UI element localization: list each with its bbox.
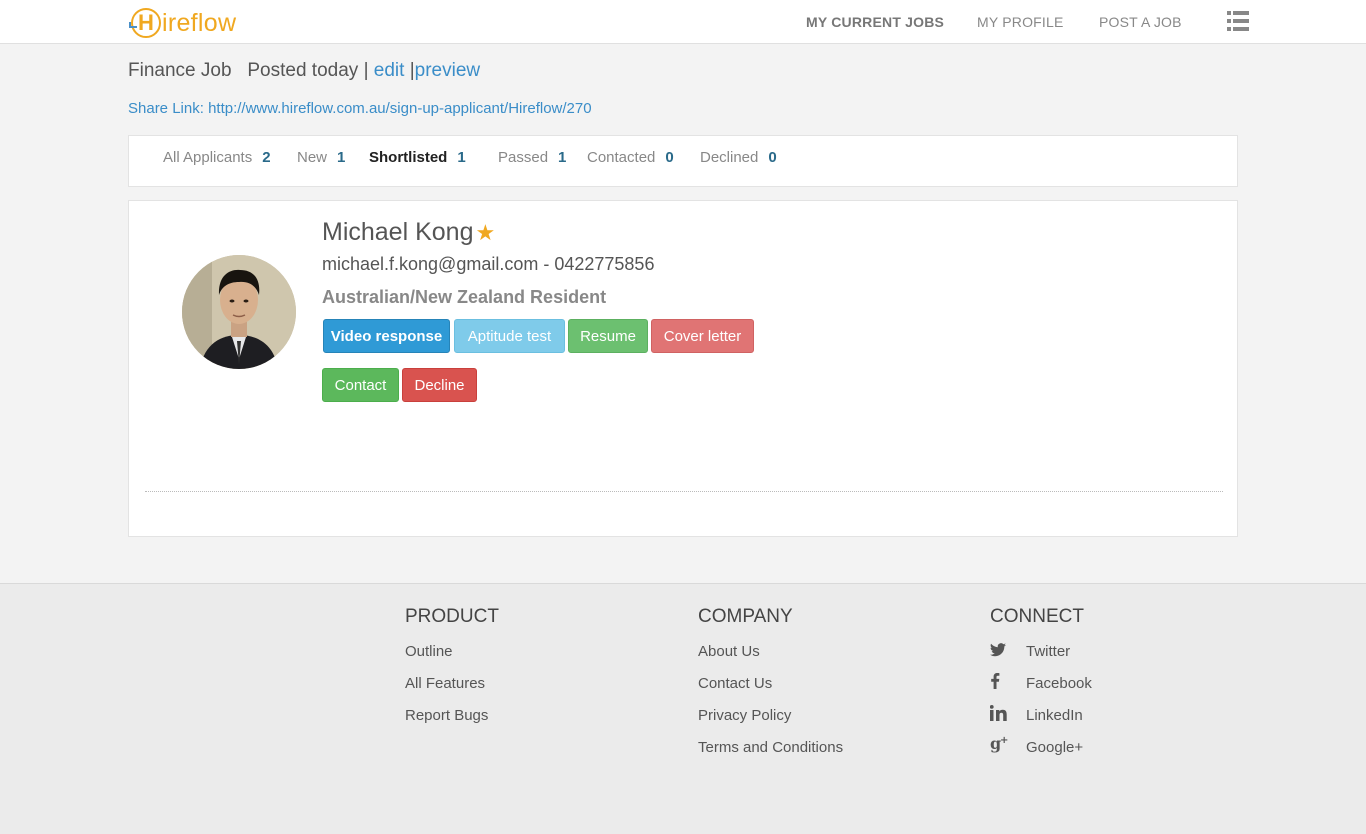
footer-link-contact-us[interactable]: Contact Us xyxy=(698,668,843,700)
filter-label: All Applicants xyxy=(163,149,253,166)
facebook-label: Facebook xyxy=(1026,675,1092,692)
star-icon[interactable]: ★ xyxy=(475,220,495,245)
card-divider xyxy=(145,491,1223,492)
hireflow-logo[interactable]: H ireflow xyxy=(129,7,237,39)
footer-link-report-bugs[interactable]: Report Bugs xyxy=(405,700,499,732)
filter-label: Passed xyxy=(498,149,549,166)
preview-link[interactable]: preview xyxy=(415,60,480,81)
facebook-icon xyxy=(990,668,1026,700)
twitter-label: Twitter xyxy=(1026,643,1071,660)
applicant-name: Michael Kong xyxy=(322,218,474,246)
filter-passed[interactable]: Passed 1 xyxy=(498,149,566,166)
decline-button[interactable]: Decline xyxy=(402,368,477,402)
footer-product-column: PRODUCT Outline All Features Report Bugs xyxy=(405,606,499,732)
filter-declined[interactable]: Declined 0 xyxy=(700,149,777,166)
google-plus-icon: g + xyxy=(990,732,1026,764)
filter-shortlisted[interactable]: Shortlisted 1 xyxy=(369,149,466,166)
aptitude-test-button[interactable]: Aptitude test xyxy=(454,319,565,353)
filter-label: Declined xyxy=(700,149,759,166)
filter-count: 0 xyxy=(768,149,777,166)
footer-link-privacy-policy[interactable]: Privacy Policy xyxy=(698,700,843,732)
nav-my-current-jobs[interactable]: MY CURRENT JOBS xyxy=(806,14,944,30)
share-link-row: Share Link: http://www.hireflow.com.au/s… xyxy=(128,100,592,117)
footer-company-column: COMPANY About Us Contact Us Privacy Poli… xyxy=(698,606,843,764)
filter-count: 0 xyxy=(665,149,674,166)
footer-link-all-features[interactable]: All Features xyxy=(405,668,499,700)
filter-count: 1 xyxy=(457,149,466,166)
contact-button[interactable]: Contact xyxy=(322,368,399,402)
resume-button[interactable]: Resume xyxy=(568,319,648,353)
filter-count: 2 xyxy=(262,149,271,166)
job-title: Finance Job xyxy=(128,60,232,81)
footer-link-about-us[interactable]: About Us xyxy=(698,636,843,668)
filter-contacted[interactable]: Contacted 0 xyxy=(587,149,674,166)
separator: | xyxy=(363,60,369,81)
footer-title-company: COMPANY xyxy=(698,606,793,627)
logo-mark: H xyxy=(129,8,161,38)
filter-label: New xyxy=(297,149,328,166)
applicant-email-phone: michael.f.kong@gmail.com - 0422775856 xyxy=(322,254,655,274)
cover-letter-button[interactable]: Cover letter xyxy=(651,319,754,353)
footer-title-product: PRODUCT xyxy=(405,606,499,627)
linkedin-icon xyxy=(989,700,1026,732)
footer-link-outline[interactable]: Outline xyxy=(405,636,499,668)
footer: PRODUCT Outline All Features Report Bugs… xyxy=(0,583,1366,834)
applicant-filter-bar: All Applicants 2 New 1 Shortlisted 1 Passed… xyxy=(128,135,1238,187)
nav-my-profile[interactable]: MY PROFILE xyxy=(977,14,1064,30)
nav-post-a-job[interactable]: POST A JOB xyxy=(1099,14,1182,30)
filter-new[interactable]: New 1 xyxy=(297,149,345,166)
footer-title-connect: CONNECT xyxy=(990,606,1084,627)
edit-link[interactable]: edit xyxy=(374,60,405,81)
footer-link-facebook[interactable]: Facebook xyxy=(990,668,1092,700)
twitter-icon xyxy=(990,636,1026,668)
video-response-button[interactable]: Video response xyxy=(323,319,450,353)
job-posted: Posted today xyxy=(247,60,359,81)
google-plus-label: Google+ xyxy=(1026,739,1084,756)
avatar xyxy=(182,255,296,369)
list-icon[interactable] xyxy=(1227,11,1249,31)
filter-all-applicants[interactable]: All Applicants 2 xyxy=(163,149,271,166)
applicant-name-row: Michael Kong★ xyxy=(322,218,495,247)
footer-connect-column: CONNECT Twitter Facebook LinkedIn g + Go… xyxy=(989,606,1092,764)
job-heading: Finance Job Posted today | edit |preview xyxy=(128,60,480,82)
filter-count: 1 xyxy=(337,149,346,166)
logo-text: ireflow xyxy=(162,8,237,37)
footer-link-terms[interactable]: Terms and Conditions xyxy=(698,732,843,764)
share-label: Share Link: xyxy=(128,100,204,117)
footer-link-google-plus[interactable]: g + Google+ xyxy=(990,732,1092,764)
applicant-residency: Australian/New Zealand Resident xyxy=(322,287,607,307)
footer-link-linkedin[interactable]: LinkedIn xyxy=(989,700,1092,732)
share-url-link[interactable]: http://www.hireflow.com.au/sign-up-appli… xyxy=(208,100,592,117)
applicant-card: Michael Kong★ michael.f.kong@gmail.com -… xyxy=(128,200,1238,537)
filter-count: 1 xyxy=(558,149,567,166)
linkedin-label: LinkedIn xyxy=(1026,707,1083,724)
top-navbar: H ireflow MY CURRENT JOBS MY PROFILE POS… xyxy=(0,0,1366,44)
filter-label: Contacted xyxy=(587,149,656,166)
filter-label: Shortlisted xyxy=(369,149,448,166)
footer-link-twitter[interactable]: Twitter xyxy=(990,636,1092,668)
svg-text:+: + xyxy=(1000,735,1008,746)
